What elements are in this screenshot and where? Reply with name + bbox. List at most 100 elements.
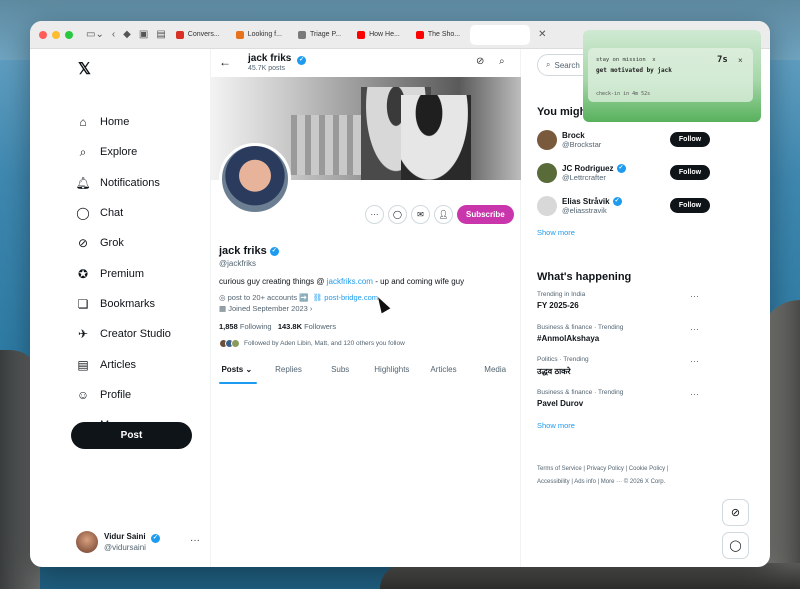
calendar-icon: ▦ [219,304,227,313]
messages-fab-icon[interactable]: ◯ [722,532,749,559]
verified-badge-icon: ✓ [616,163,626,173]
grok-button[interactable]: ◯ [388,205,407,224]
suggested-account[interactable]: Brock @Brockstar Follow [537,123,717,156]
home-icon: ⌂ [79,115,87,130]
tab-highlights[interactable]: Highlights [366,362,418,386]
nav-item-notifications[interactable]: 🔔︎ Notifications [75,168,171,198]
tab-posts[interactable]: Posts ⌄ [211,362,263,386]
nav-item-premium[interactable]: ✪ Premium [76,258,171,288]
bookmarks-icon: ❏ [77,296,89,311]
pinned-tab-icon[interactable]: ▤ [156,29,165,40]
tab-articles[interactable]: Articles [418,362,470,386]
grok-icon[interactable]: ⊘ [476,56,484,67]
browser-tab[interactable]: How He... [351,25,406,45]
profile-column: ← jack friks ✓ 45.7K posts ⊘ ⌕ ··· ◯ ✉ 👤… [211,49,521,567]
avatar [76,531,98,553]
nav-item-explore[interactable]: ⌕ Explore [76,137,171,167]
more-icon[interactable]: ··· [690,324,699,334]
widget-timer: 7s [717,55,728,65]
more-icon[interactable]: ··· [690,356,699,366]
nav-item-grok[interactable]: ⊘ Grok [76,228,171,258]
browser-tab[interactable]: Convers... [170,25,226,45]
follow-button[interactable]: Follow [670,132,710,147]
nav-item-articles[interactable]: ▤ Articles [76,349,171,379]
trend-item[interactable]: Business & finance · Trending Pavel Durov… [537,389,717,422]
tab-replies[interactable]: Replies [263,362,315,386]
trend-item[interactable]: Trending in India FY 2025-26 ··· [537,291,717,324]
nav-item-chat[interactable]: ◯ Chat [76,198,171,228]
followers-link[interactable]: 143.8K Followers [278,322,336,331]
display-name: jack friks ✓ [219,245,279,257]
follow-notify-button[interactable]: 👤︎ [434,205,453,224]
show-more-link[interactable]: Show more [537,228,717,237]
trend-item[interactable]: Business & finance · Trending #AnmolAksha… [537,324,717,357]
nav-label: Articles [100,358,137,371]
back-arrow-icon[interactable]: ← [219,55,231,69]
verified-badge-icon: ✓ [269,246,279,256]
nav-item-home[interactable]: ⌂ Home [76,107,171,137]
more-options-button[interactable]: ··· [365,205,384,224]
search-icon: ⌕ [546,60,551,69]
followed-by[interactable]: Followed by Aden Libin, Matt, and 120 ot… [219,339,519,348]
show-more-link[interactable]: Show more [537,421,717,430]
more-icon[interactable]: ··· [190,535,200,546]
widget-close-icon[interactable]: × [738,56,743,65]
x-logo-icon[interactable]: 𝕏 [78,59,91,79]
browser-tab[interactable]: Triage P... [292,25,347,45]
tab-favicon-icon [415,30,424,39]
active-tab[interactable] [470,24,531,45]
focus-widget[interactable]: stay on mission x get motivated by jack … [583,30,761,122]
nav-label: Explore [100,146,138,159]
nav-item-creator-studio[interactable]: ✈ Creator Studio [76,319,171,349]
search-icon[interactable]: ⌕ [499,56,505,67]
profile-avatar[interactable] [219,143,291,215]
browser-tab[interactable]: The Sho... [410,25,466,45]
widget-label: stay on mission x [596,57,656,63]
suggested-account[interactable]: JC Rodriguez ✓ @Lettrcrafter Follow [537,156,717,189]
main-nav: ⌂ Home ⌕ Explore 🔔︎ Notifications ◯ Chat ⊘ Grok ✪ P… [75,107,171,440]
subscribe-button[interactable]: Subscribe [457,205,514,224]
bio-link[interactable]: jackfriks.com [327,277,373,286]
sidebar-toggle-icon[interactable]: ▭⌄ [86,29,104,40]
more-icon[interactable]: ··· [690,389,699,399]
trend-item[interactable]: Politics · Trending उद्धव ठाकरे ··· [537,356,717,389]
more-icon[interactable]: ··· [690,291,699,301]
nav-item-profile[interactable]: ☺ Profile [76,380,171,410]
grok-icon: ⊘ [77,236,89,251]
tab-subs[interactable]: Subs [314,362,366,386]
follow-button[interactable]: Follow [670,165,710,180]
right-sidebar: ⌕ Search You might like Brock @Brockstar Fo… [521,49,770,567]
nav-item-bookmarks[interactable]: ❏ Bookmarks [76,289,171,319]
minimize-window-button[interactable] [52,30,60,39]
whats-happening-title: What's happening [537,271,632,283]
message-button[interactable]: ✉ [411,205,430,224]
profile-bio: jack friks ✓ @jackfriks curious guy creat… [219,245,519,348]
suggested-account[interactable]: Elias Stråvik ✓ @eliasstravik Follow [537,189,717,222]
x-tab-icon[interactable]: ✕ [538,29,546,40]
apple-icon[interactable]: ◆ [123,29,131,40]
zoom-window-button[interactable] [65,30,73,39]
pinned-tab-icon[interactable]: ▣ [139,29,148,40]
nav-label: Notifications [100,176,160,189]
nav-label: Chat [100,207,124,220]
avatar [537,129,557,150]
follow-button[interactable]: Follow [670,198,710,213]
profile-header: ← jack friks ✓ 45.7K posts ⊘ ⌕ [211,49,521,77]
tab-favicon-icon [175,30,184,39]
footer-links[interactable]: Terms of Service | Privacy Policy | Cook… [537,463,712,489]
tab-media[interactable]: Media [469,362,521,386]
notifications-icon: 🔔︎ [75,175,91,190]
nav-label: Creator Studio [100,328,171,341]
widget-text: get motivated by jack [596,67,672,74]
browser-tab[interactable]: Looking f... [230,25,288,45]
post-button[interactable]: Post [71,422,192,449]
close-window-button[interactable] [39,30,47,39]
grok-fab-icon[interactable]: ⊘ [722,499,749,526]
account-switcher[interactable]: Vidur Saini ✓ @vidursaini ··· [76,531,200,553]
nav-label: Bookmarks [100,297,156,310]
website-link[interactable]: ⛓ post-bridge.com [313,293,378,302]
creator-studio-icon: ✈ [77,327,89,342]
profile-tabs: Posts ⌄ Replies Subs Highlights Articles Medi… [211,362,521,386]
following-link[interactable]: 1,858 Following [219,322,272,331]
back-arrow-icon[interactable]: ‹ [112,29,115,40]
